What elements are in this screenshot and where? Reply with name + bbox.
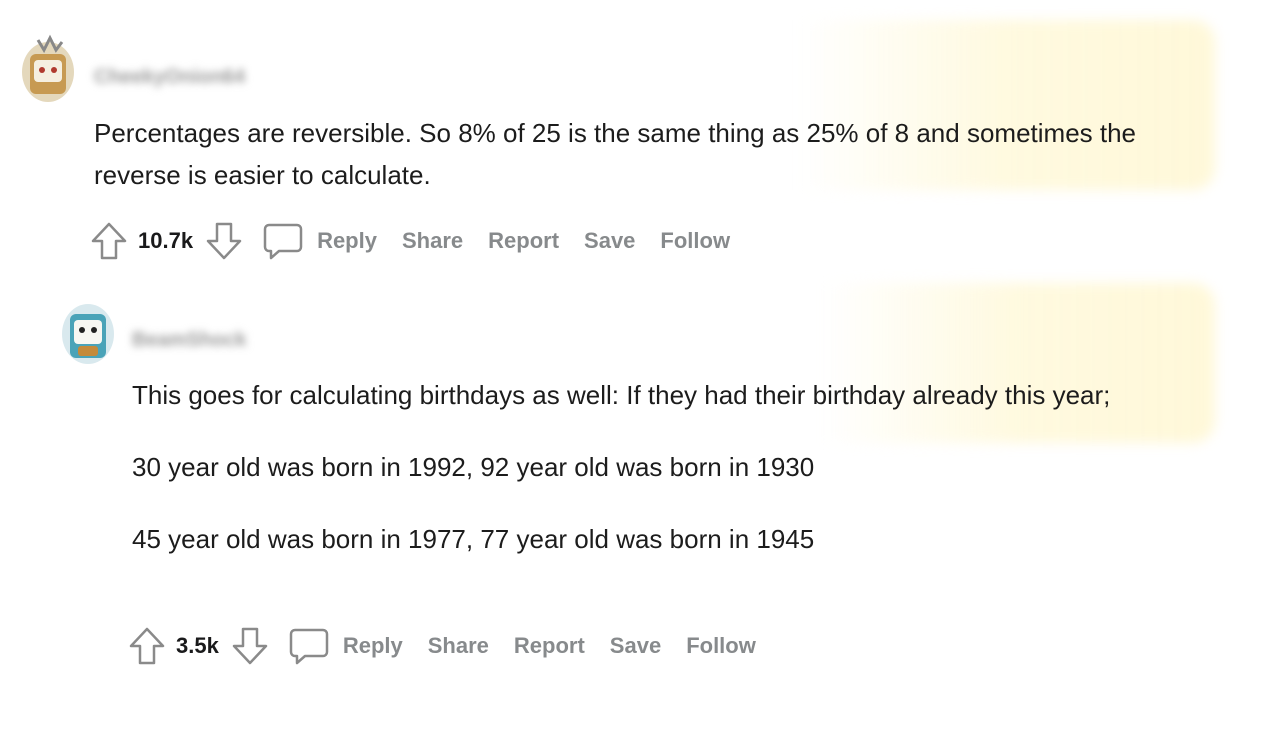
username[interactable]: BeamShock [132,329,247,352]
comment-paragraph: 30 year old was born in 1992, 92 year ol… [132,452,815,482]
upvote-arrow-icon[interactable] [128,626,166,666]
comment-2: BeamShock This goes for calculating birt… [0,0,1276,752]
comment-paragraph: This goes for calculating birthdays as w… [132,380,1111,410]
share-button[interactable]: Share [428,633,489,659]
report-button[interactable]: Report [514,633,585,659]
comment-actions: 3.5k Reply Share Report Save Follow [128,626,756,666]
follow-button[interactable]: Follow [686,633,756,659]
downvote-arrow-icon[interactable] [231,626,269,666]
comment-paragraph: 45 year old was born in 1977, 77 year ol… [132,524,815,554]
save-button[interactable]: Save [610,633,661,659]
reply-button[interactable]: Reply [343,633,403,659]
vote-score: 3.5k [176,633,219,658]
avatar[interactable] [60,294,114,366]
speech-bubble-icon[interactable] [289,626,329,666]
comment-body: This goes for calculating birthdays as w… [132,374,1212,590]
